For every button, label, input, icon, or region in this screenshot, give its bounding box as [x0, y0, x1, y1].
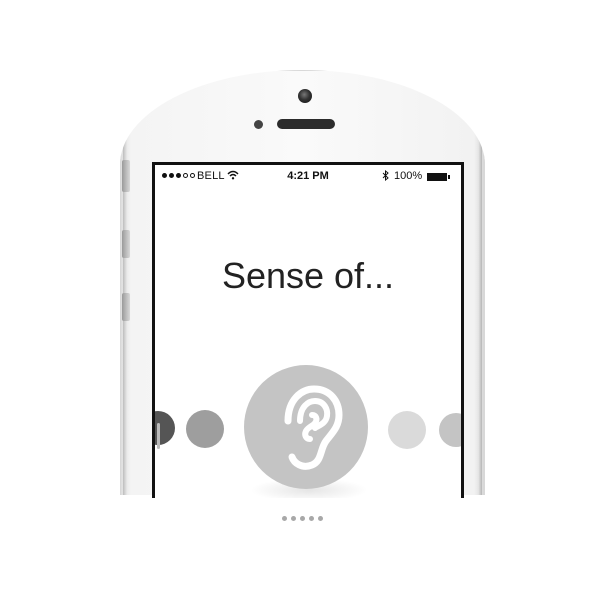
page-dot[interactable]: [318, 516, 323, 521]
proximity-sensor: [254, 120, 263, 129]
volume-down-button[interactable]: [122, 293, 130, 321]
status-bar: BELL 4:21 PM 100%: [155, 165, 461, 189]
page-dot[interactable]: [309, 516, 314, 521]
carousel-edge-highlight: [157, 423, 160, 449]
phone-edge-right: [478, 140, 482, 495]
headline: Sense of...: [221, 255, 395, 296]
carousel-dot-edge[interactable]: [439, 413, 461, 447]
earpiece-speaker: [277, 119, 335, 129]
page-dot[interactable]: [291, 516, 296, 521]
bluetooth-icon: [382, 169, 389, 184]
carousel-dot-light[interactable]: [388, 411, 426, 449]
mute-switch[interactable]: [122, 160, 130, 192]
page-dot[interactable]: [282, 516, 287, 521]
stage: BELL 4:21 PM 100% Sense of...: [0, 0, 600, 600]
battery-tip: [448, 175, 450, 179]
battery-percent: 100%: [394, 170, 423, 182]
phone-screen: BELL 4:21 PM 100% Sense of...: [152, 162, 464, 498]
carousel-dot-mid[interactable]: [186, 410, 224, 448]
carousel-selected-circle[interactable]: [244, 365, 368, 489]
front-camera-icon: [298, 89, 312, 103]
carousel-dot-dark[interactable]: [155, 411, 175, 445]
volume-up-button[interactable]: [122, 230, 130, 258]
ear-icon: [284, 385, 343, 470]
page-indicator: [282, 516, 323, 521]
battery-icon: [427, 173, 447, 181]
page-dot[interactable]: [300, 516, 305, 521]
